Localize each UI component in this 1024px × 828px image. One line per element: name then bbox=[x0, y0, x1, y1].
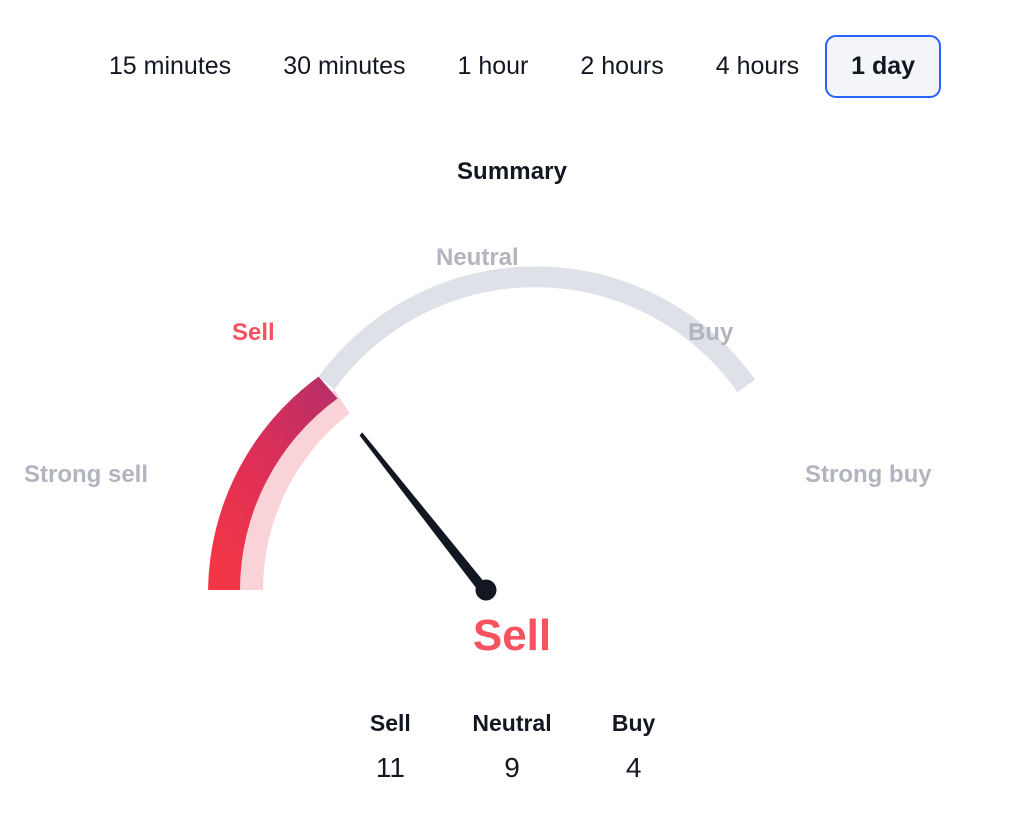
summary-verdict: Sell bbox=[472, 611, 552, 660]
count-cell-buy: Buy 4 bbox=[606, 712, 662, 782]
count-label-neutral: Neutral bbox=[472, 710, 552, 736]
gauge-zone-label-strong-buy: Strong buy bbox=[805, 461, 932, 488]
gauge-zone-label-strong-sell: Strong sell bbox=[24, 461, 149, 488]
count-value-neutral: 9 bbox=[504, 752, 520, 783]
tab-2-hours[interactable]: 2 hours bbox=[554, 35, 689, 98]
summary-gauge: Strong sell Sell Neutral Buy Strong buy bbox=[0, 210, 1024, 610]
gauge-zone-label-buy: Buy bbox=[688, 319, 734, 346]
count-value-sell: 11 bbox=[375, 752, 405, 783]
page-title: Summary bbox=[456, 158, 568, 185]
count-label-sell: Sell bbox=[369, 710, 411, 736]
tab-1-hour[interactable]: 1 hour bbox=[431, 35, 554, 98]
count-label-buy: Buy bbox=[611, 710, 656, 736]
count-cell-neutral: Neutral 9 bbox=[472, 712, 551, 782]
gauge-zone-label-sell: Sell bbox=[232, 319, 275, 346]
tab-1-day[interactable]: 1 day bbox=[825, 34, 942, 98]
gauge-zone-label-neutral: Neutral bbox=[436, 244, 519, 271]
signal-counts: Sell 11 Neutral 9 Buy 4 bbox=[0, 712, 1024, 782]
tab-4-hours[interactable]: 4 hours bbox=[690, 35, 825, 98]
tab-15-minutes[interactable]: 15 minutes bbox=[83, 35, 257, 98]
gauge-needle bbox=[359, 432, 490, 595]
gauge-needle-pivot bbox=[475, 579, 497, 601]
tab-30-minutes[interactable]: 30 minutes bbox=[257, 35, 431, 98]
count-value-buy: 4 bbox=[625, 752, 642, 783]
count-cell-sell: Sell 11 bbox=[362, 712, 418, 782]
timeframe-tab-bar: 15 minutes 30 minutes 1 hour 2 hours 4 h… bbox=[0, 30, 1024, 102]
